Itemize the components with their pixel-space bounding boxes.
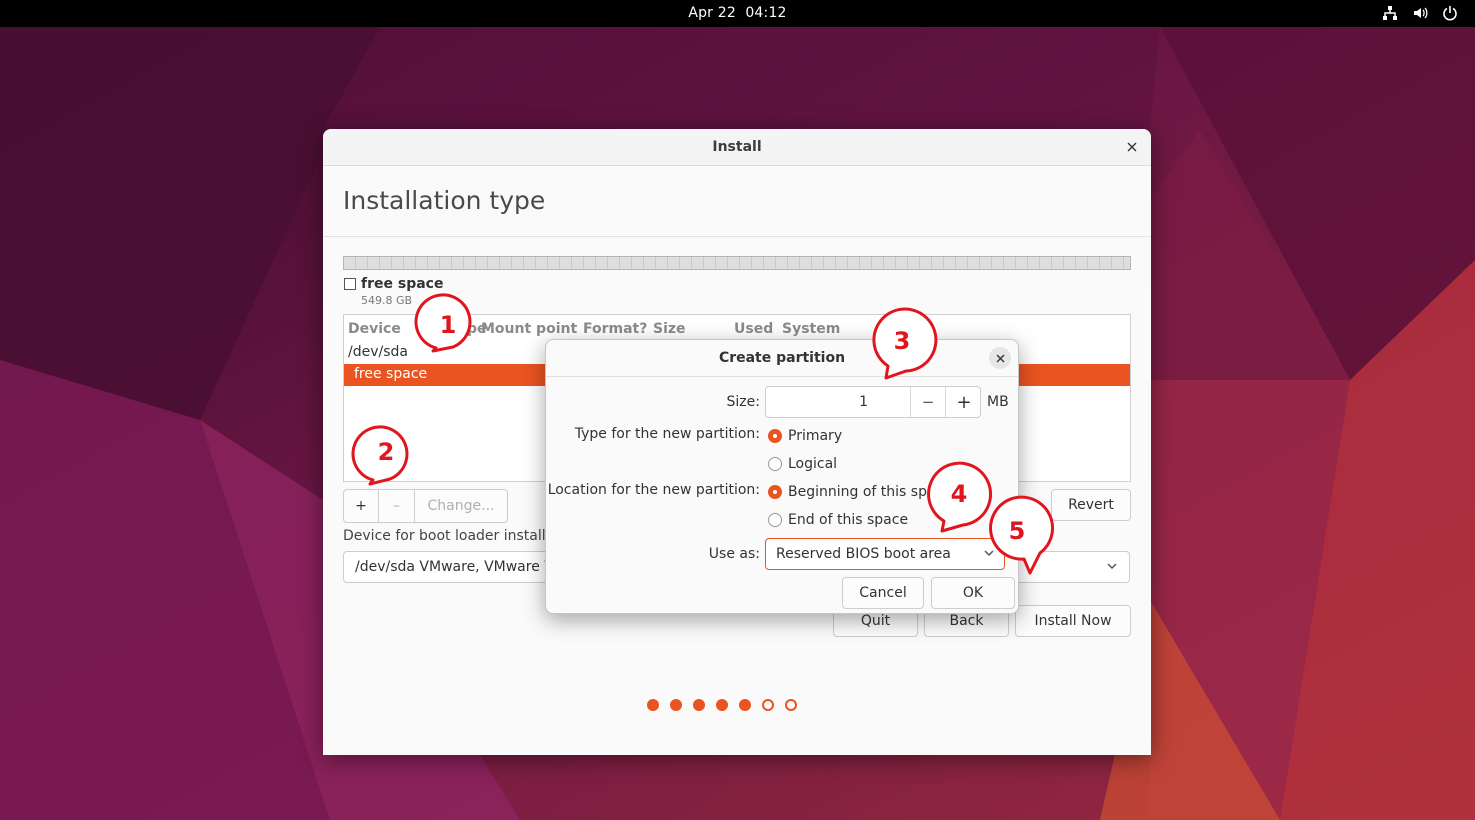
radio-beginning-label: Beginning of this space <box>788 484 952 500</box>
radio-indicator <box>768 457 782 471</box>
free-space-legend-size: 549.8 GB <box>361 294 413 307</box>
partition-type-label: Type for the new partition: <box>574 426 760 442</box>
partition-toolbar: + – Change... <box>343 489 508 523</box>
add-partition-button[interactable]: + <box>344 490 379 522</box>
use-as-value: Reserved BIOS boot area <box>776 546 951 562</box>
heading-band: Installation type <box>323 166 1151 237</box>
partition-bar <box>343 256 1131 270</box>
progress-dots <box>647 699 797 711</box>
dialog-titlebar[interactable]: Create partition <box>546 340 1018 377</box>
page-title: Installation type <box>343 186 546 215</box>
progress-dot-done <box>670 699 682 711</box>
radio-indicator <box>768 513 782 527</box>
column-header-device[interactable]: Device <box>348 321 401 337</box>
window-titlebar[interactable]: Install <box>323 129 1151 166</box>
size-unit: MB <box>987 394 1009 410</box>
volume-icon[interactable] <box>1411 4 1429 22</box>
remove-partition-button[interactable]: – <box>379 490 415 522</box>
radio-end[interactable]: End of this space <box>768 512 908 528</box>
dialog-title: Create partition <box>718 350 846 366</box>
radio-indicator <box>768 429 782 443</box>
size-value[interactable]: 1 <box>859 394 868 410</box>
progress-dot-pending <box>762 699 774 711</box>
progress-dot-done <box>693 699 705 711</box>
radio-logical-label: Logical <box>788 456 838 472</box>
network-icon[interactable] <box>1381 4 1399 22</box>
size-label: Size: <box>726 394 760 410</box>
radio-primary-label: Primary <box>788 428 843 444</box>
radio-beginning[interactable]: Beginning of this space <box>768 484 952 500</box>
cancel-button[interactable]: Cancel <box>842 577 924 609</box>
install-now-button[interactable]: Install Now <box>1015 605 1131 637</box>
row-device: free space <box>354 366 428 382</box>
radio-logical[interactable]: Logical <box>768 456 837 472</box>
column-header-format[interactable]: Format? <box>583 321 647 337</box>
clock-date: Apr 22 <box>688 5 736 21</box>
column-header-mount-point[interactable]: Mount point <box>481 321 577 337</box>
ok-button[interactable]: OK <box>931 577 1015 609</box>
power-icon[interactable] <box>1441 4 1459 22</box>
use-as-label: Use as: <box>708 546 760 562</box>
free-space-legend-swatch <box>344 278 356 290</box>
column-header-used[interactable]: Used <box>734 321 773 337</box>
top-bar: Apr 22 04:12 <box>0 0 1475 27</box>
location-label: Location for the new partition: <box>547 482 760 498</box>
change-partition-button[interactable]: Change... <box>415 490 507 522</box>
progress-dot-pending <box>785 699 797 711</box>
create-partition-dialog: Create partition Size: 1 − + MB Type for… <box>545 339 1019 614</box>
row-device: /dev/sda <box>348 344 408 360</box>
system-tray[interactable] <box>1381 4 1459 22</box>
radio-end-label: End of this space <box>788 512 909 528</box>
radio-primary[interactable]: Primary <box>768 428 842 444</box>
close-icon[interactable] <box>1123 138 1141 156</box>
free-space-legend-label: free space <box>361 276 444 292</box>
size-spinbox[interactable]: 1 − + <box>765 386 981 418</box>
radio-indicator <box>768 485 782 499</box>
window-title: Install <box>712 139 762 155</box>
revert-button[interactable]: Revert <box>1051 489 1131 521</box>
use-as-select[interactable]: Reserved BIOS boot area <box>765 538 1005 570</box>
progress-dot-done <box>647 699 659 711</box>
close-icon[interactable] <box>989 347 1011 369</box>
column-header-system[interactable]: System <box>782 321 840 337</box>
chevron-down-icon <box>1105 558 1119 577</box>
plus-icon[interactable]: + <box>945 387 982 417</box>
progress-dot-done <box>739 699 751 711</box>
column-header-size[interactable]: Size <box>653 321 686 337</box>
chevron-down-icon <box>982 545 996 564</box>
clock-time: 04:12 <box>745 5 787 21</box>
clock[interactable]: Apr 22 04:12 <box>0 5 1475 21</box>
minus-icon[interactable]: − <box>910 387 945 417</box>
progress-dot-done <box>716 699 728 711</box>
